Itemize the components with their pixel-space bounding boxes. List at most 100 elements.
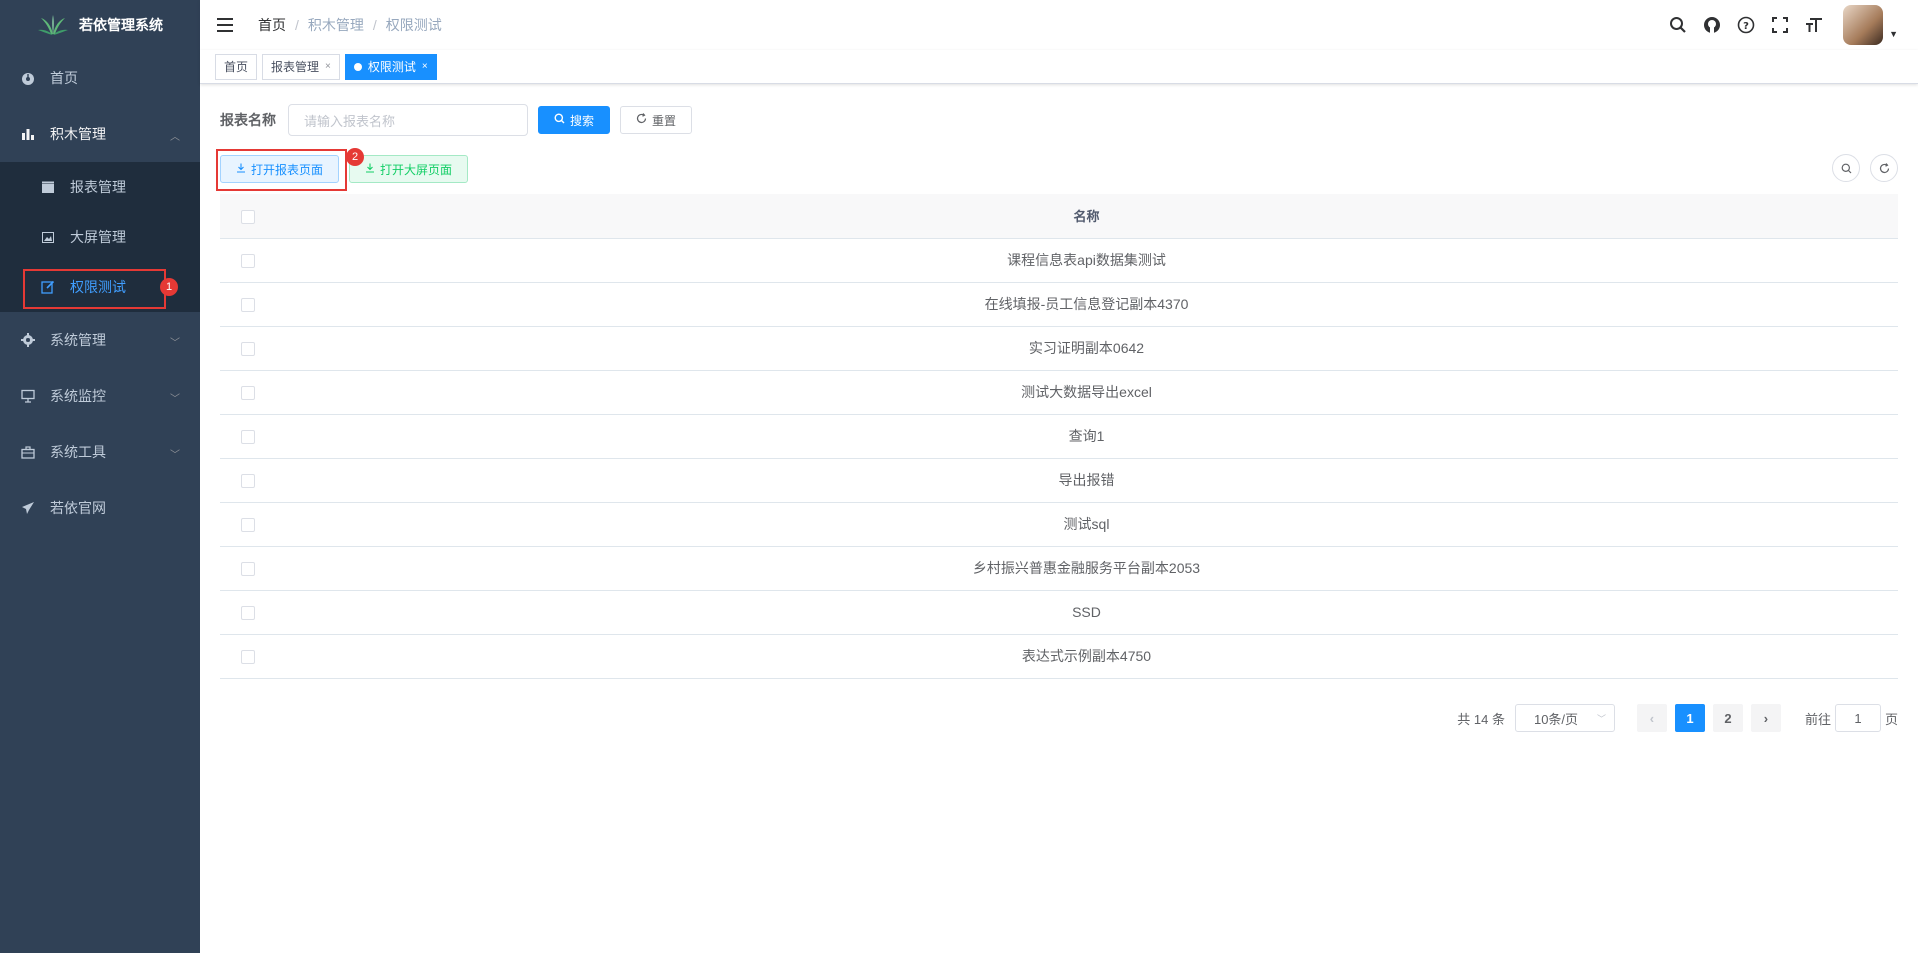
table-row[interactable]: 在线填报-员工信息登记副本4370 [220, 282, 1898, 327]
row-name-cell: 测试大数据导出excel [275, 370, 1898, 415]
page-size-select[interactable]: 10条/页 ﹀ [1514, 704, 1615, 732]
table-row[interactable]: 乡村振兴普惠金融服务平台副本2053 [220, 546, 1898, 591]
breadcrumb-separator: / [295, 17, 299, 33]
row-check-cell [220, 590, 275, 635]
goto-page-input[interactable]: 1 [1834, 704, 1881, 732]
page-button[interactable]: 1 [1674, 704, 1705, 732]
column-header-name: 名称 [275, 194, 1898, 239]
row-check-cell [220, 238, 275, 283]
question-icon[interactable]: ? [1737, 16, 1755, 34]
breadcrumb-item: 权限测试 [385, 17, 442, 33]
avatar[interactable] [1843, 5, 1884, 45]
tag-label: 报表管理 [271, 59, 320, 74]
next-page-button[interactable]: › [1750, 704, 1781, 732]
row-checkbox[interactable] [240, 254, 255, 269]
fullscreen-icon[interactable] [1771, 16, 1789, 34]
row-checkbox[interactable] [240, 562, 255, 577]
toolbox-icon [20, 444, 36, 460]
annotation-highlight-2 [216, 149, 347, 191]
monitor-icon [20, 388, 36, 404]
hamburger-icon[interactable] [217, 17, 233, 33]
download-icon [365, 162, 375, 176]
table-row[interactable]: 测试大数据导出excel [220, 370, 1898, 415]
close-icon[interactable]: × [325, 55, 331, 79]
tab-home[interactable]: 首页 [215, 53, 258, 80]
sidebar-item-label: 系统工具 [50, 444, 106, 460]
sidebar-item-jimu[interactable]: 积木管理 ︿ [0, 106, 200, 162]
row-check-cell [220, 282, 275, 327]
sidebar-item-tools[interactable]: 系统工具 ﹀ [0, 424, 200, 480]
font-size-icon[interactable] [1805, 16, 1823, 34]
sidebar-item-monitor[interactable]: 系统监控 ﹀ [0, 368, 200, 424]
pagination-total: 共 14 条 [1457, 711, 1505, 727]
sidebar-item-system[interactable]: 系统管理 ﹀ [0, 312, 200, 368]
sidebar-item-label: 大屏管理 [70, 229, 126, 245]
sidebar-item-label: 系统管理 [50, 332, 106, 348]
gear-icon [20, 332, 36, 348]
github-icon[interactable] [1703, 16, 1721, 34]
reset-button[interactable]: 重置 [620, 106, 693, 134]
right-toolbar [1832, 154, 1898, 182]
row-name-cell: 导出报错 [275, 458, 1898, 503]
row-check-cell [220, 370, 275, 415]
table-row[interactable]: 表达式示例副本4750 [220, 634, 1898, 679]
row-name-cell: 在线填报-员工信息登记副本4370 [275, 282, 1898, 327]
row-checkbox[interactable] [240, 342, 255, 357]
row-checkbox[interactable] [240, 606, 255, 621]
breadcrumb-item[interactable]: 首页 [258, 15, 286, 35]
search-button-label: 搜索 [570, 113, 595, 128]
report-name-label: 报表名称 [220, 112, 276, 128]
send-icon [20, 500, 36, 516]
sidebar-item-screen[interactable]: 大屏管理 [0, 212, 200, 262]
report-name-input[interactable]: 请输入报表名称 [288, 104, 528, 136]
main-content: 报表名称 请输入报表名称 搜索 重置 打开报表页面 打开大屏页面 名称 课程信息… [200, 84, 1918, 953]
annotation-marker-1: 1 [160, 278, 178, 296]
row-name-cell: 乡村振兴普惠金融服务平台副本2053 [275, 546, 1898, 591]
row-checkbox[interactable] [240, 518, 255, 533]
tab-permission-test[interactable]: 权限测试 × [344, 53, 437, 80]
row-check-cell [220, 414, 275, 459]
page-button[interactable]: 2 [1712, 704, 1743, 732]
row-checkbox[interactable] [240, 298, 255, 313]
page-size-value: 10条/页 [1533, 711, 1579, 727]
table-row[interactable]: 课程信息表api数据集测试 [220, 238, 1898, 283]
row-checkbox[interactable] [240, 650, 255, 665]
chevron-down-icon: ﹀ [170, 450, 180, 461]
goto-prefix: 前往 [1804, 711, 1831, 727]
caret-down-icon[interactable]: ▼ [1889, 29, 1898, 39]
search-icon[interactable] [1669, 16, 1687, 34]
refresh-button[interactable] [1870, 154, 1898, 182]
report-table: 名称 课程信息表api数据集测试 在线填报-员工信息登记副本4370 实习证明副本0… [220, 194, 1898, 679]
annotation-marker-2: 2 [346, 148, 364, 166]
table-row[interactable]: 导出报错 [220, 458, 1898, 503]
open-screen-page-button[interactable]: 打开大屏页面 [349, 155, 469, 183]
sidebar: 若依管理系统 首页 积木管理 ︿ 报表管理 大屏管理 权限测试 系统管理 ﹀ 系… [0, 0, 200, 953]
table-row[interactable]: 实习证明副本0642 [220, 326, 1898, 371]
table-header-row: 名称 [220, 194, 1898, 239]
active-dot-icon [353, 62, 362, 71]
goto-suffix: 页 [1884, 711, 1898, 727]
close-icon[interactable]: × [422, 55, 428, 79]
sidebar-item-report[interactable]: 报表管理 [0, 162, 200, 212]
open-screen-page-label: 打开大屏页面 [380, 162, 453, 177]
row-checkbox[interactable] [240, 386, 255, 401]
sidebar-item-label: 系统监控 [50, 388, 106, 404]
table-row[interactable]: SSD [220, 590, 1898, 635]
tab-report-management[interactable]: 报表管理 × [262, 53, 340, 80]
chevron-up-icon: ︿ [170, 132, 180, 143]
row-checkbox[interactable] [240, 430, 255, 445]
toggle-search-button[interactable] [1832, 154, 1860, 182]
row-check-cell [220, 546, 275, 591]
table-row[interactable]: 查询1 [220, 414, 1898, 459]
search-button[interactable]: 搜索 [538, 106, 611, 134]
sidebar-item-website[interactable]: 若依官网 [0, 480, 200, 536]
sidebar-item-home[interactable]: 首页 [0, 50, 200, 106]
row-checkbox[interactable] [240, 474, 255, 489]
row-name-cell: 测试sql [275, 502, 1898, 547]
select-all-checkbox[interactable] [240, 209, 255, 224]
breadcrumb-separator: / [372, 17, 377, 33]
logo-icon [38, 15, 68, 35]
pager: ‹ 1 2 › [1636, 704, 1781, 732]
table-row[interactable]: 测试sql [220, 502, 1898, 547]
prev-page-button[interactable]: ‹ [1636, 704, 1667, 732]
